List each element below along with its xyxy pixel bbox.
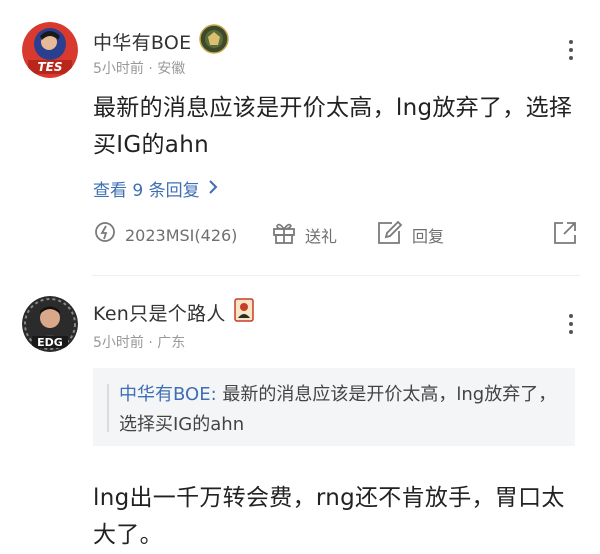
quote-text: 中华有BOE: 最新的消息应该是开价太高，lng放弃了，选择买IG的ahn — [119, 380, 563, 440]
avatar[interactable]: TES — [22, 22, 78, 78]
edit-icon — [376, 220, 404, 250]
view-replies-label: 查看 9 条回复 — [93, 181, 200, 201]
username[interactable]: 中华有BOE — [93, 28, 191, 55]
avatar[interactable]: EDG — [22, 296, 78, 352]
comment-meta: 5小时前 · 广东 — [93, 335, 186, 351]
user-row: Ken只是个路人 — [93, 298, 254, 326]
tag-icon — [93, 221, 117, 249]
reply-button[interactable]: 回复 — [376, 220, 444, 250]
chevron-right-icon — [208, 179, 218, 199]
share-icon — [552, 220, 578, 250]
avatar-badge-text: EDG — [37, 336, 63, 349]
gift-icon — [271, 220, 297, 250]
more-icon[interactable] — [568, 40, 574, 60]
quote-bar — [107, 384, 109, 432]
gift-button[interactable]: 送礼 — [271, 220, 361, 250]
quoted-reply[interactable]: 中华有BOE: 最新的消息应该是开价太高，lng放弃了，选择买IG的ahn — [93, 368, 575, 446]
avatar-badge-text: TES — [37, 60, 62, 74]
user-row: 中华有BOE — [93, 24, 230, 58]
share-button[interactable] — [552, 220, 578, 250]
divider — [92, 275, 580, 276]
reply-label: 回复 — [412, 227, 445, 246]
comment-text: 最新的消息应该是开价太高，lng放弃了，选择买IG的ahn — [93, 95, 573, 158]
medal-icon — [199, 24, 230, 58]
comment-2: EDG Ken只是个路人 5小时前 · 广东 中华有BOE: 最新的消息应该是开… — [0, 284, 600, 553]
tag-label: 2023MSI(426) — [125, 225, 238, 245]
event-tag[interactable]: 2023MSI(426) — [93, 221, 253, 249]
username[interactable]: Ken只是个路人 — [93, 299, 226, 326]
comment-meta: 5小时前 · 安徽 — [93, 61, 186, 77]
comment-1: TES 中华有BOE 5小时前 · 安徽 最新的消息应该是开价太高，lng放弃了… — [0, 0, 600, 268]
gift-label: 送礼 — [305, 227, 338, 246]
action-bar: 2023MSI(426) 送礼 回复 — [93, 218, 578, 252]
quote-author[interactable]: 中华有BOE: — [119, 384, 217, 405]
comment-text: lng出一千万转会费，rng还不肯放手，胃口太大了。 — [93, 485, 565, 548]
view-replies-link[interactable]: 查看 9 条回复 — [93, 176, 218, 201]
more-icon[interactable] — [568, 314, 574, 334]
card-icon — [233, 298, 254, 326]
